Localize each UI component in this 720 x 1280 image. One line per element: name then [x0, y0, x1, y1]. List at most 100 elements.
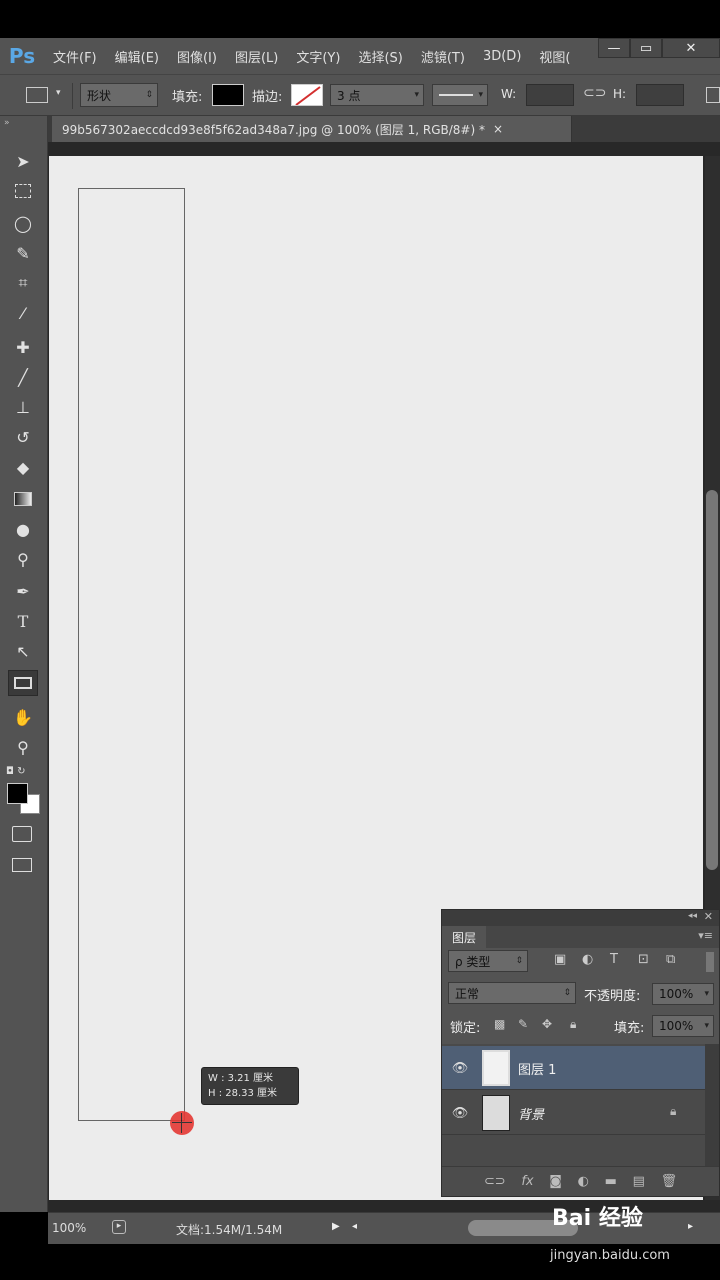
height-readout: H : 28.33 厘米 [208, 1088, 278, 1099]
height-input[interactable] [636, 84, 684, 106]
lock-position-icon[interactable]: ✥ [542, 1017, 552, 1031]
healing-icon[interactable]: ✚ [8, 334, 38, 360]
menu-layer[interactable]: 图层(L) [226, 47, 287, 66]
path-ops-icon[interactable] [706, 87, 720, 103]
layer-row-layer1[interactable]: 👁︎ 图层 1 [442, 1046, 705, 1090]
shape-mode-select[interactable]: 形状 ⇕ [80, 83, 158, 107]
top-letterbox [0, 0, 720, 38]
opacity-input[interactable]: 100% ▾ [652, 983, 714, 1005]
divider [72, 83, 73, 109]
gradient-icon[interactable] [8, 486, 38, 512]
shape-filter-icon[interactable]: ⊡ [638, 952, 649, 967]
visibility-eye-icon[interactable]: 👁︎ [450, 1058, 470, 1078]
collapse-icon[interactable]: ◂◂ [688, 911, 697, 921]
panel-header: ◂◂ ✕ [442, 910, 719, 926]
stroke-swatch[interactable] [291, 84, 323, 106]
eraser-icon[interactable]: ◆ [8, 454, 38, 480]
close-button[interactable]: ✕ [662, 38, 720, 58]
close-icon[interactable]: ✕ [704, 910, 713, 923]
document-tab[interactable]: 99b567302aeccdcd93e8f5f62ad348a7.jpg @ 1… [52, 116, 572, 142]
line-style-icon [439, 94, 473, 96]
scroll-right-icon[interactable]: ▸ [688, 1221, 693, 1232]
menu-view[interactable]: 视图( [530, 47, 579, 66]
menu-edit[interactable]: 编辑(E) [106, 47, 168, 66]
zoom-icon[interactable]: ⚲ [8, 734, 38, 760]
new-layer-icon[interactable]: ▤ [633, 1174, 645, 1189]
blur-icon[interactable]: ● [8, 516, 38, 542]
stamp-icon[interactable]: ⊥ [8, 394, 38, 420]
tool-preset-icon[interactable] [26, 87, 48, 103]
stroke-type-select[interactable]: ▾ [432, 84, 488, 106]
dodge-icon[interactable]: ⚲ [8, 546, 38, 572]
hand-icon[interactable]: ✋ [8, 704, 38, 730]
panel-menu-icon[interactable]: ▾≡ [698, 929, 713, 942]
scroll-left-icon[interactable]: ◂ [352, 1221, 357, 1232]
lock-pixels-icon[interactable]: ✎ [518, 1017, 528, 1031]
zoom-level[interactable]: 100% [52, 1221, 86, 1235]
tool-panel: » ➤ ◯ ✎ ⌗ ⁄ ✚ ╱ ⊥ ↺ ◆ ● ⚲ ✒ T ↖ ✋ ⚲ ◘ ↻ [0, 116, 48, 1212]
stroke-width-select[interactable]: 3 点 ▾ [330, 84, 424, 106]
mask-icon[interactable]: ◙ [549, 1174, 562, 1189]
chevron-down-icon: ▾ [704, 1021, 709, 1031]
trash-icon[interactable]: 🗑︎ [661, 1174, 678, 1189]
screen-mode-icon[interactable] [12, 858, 32, 872]
smart-object-filter-icon[interactable]: ⧉ [666, 952, 675, 967]
minimize-button[interactable]: — [598, 38, 630, 58]
adjustment-icon[interactable]: ◐ [578, 1174, 589, 1189]
default-colors-icon[interactable]: ◘ ↻ [6, 766, 25, 777]
crosshair-cursor-icon [170, 1111, 194, 1135]
fill-input[interactable]: 100% ▾ [652, 1015, 714, 1037]
layers-scrollbar[interactable] [705, 1044, 719, 1166]
rectangle-shape-outline [78, 188, 185, 1121]
scrollbar-thumb[interactable] [706, 490, 718, 870]
pen-icon[interactable]: ✒ [8, 578, 38, 604]
crop-icon[interactable]: ⌗ [8, 270, 38, 296]
type-icon[interactable]: T [8, 608, 38, 634]
menu-image[interactable]: 图像(I) [168, 47, 226, 66]
lock-label: 锁定: [450, 1021, 481, 1036]
link-icon[interactable]: ⊂⊃ [484, 1174, 506, 1189]
layer-name: 图层 1 [518, 1063, 557, 1078]
watermark-logo: Bai 经验 [552, 1206, 643, 1231]
tab-close-icon[interactable]: × [493, 122, 503, 136]
menu-3d[interactable]: 3D(D) [474, 49, 530, 64]
visibility-eye-icon[interactable]: 👁︎ [450, 1103, 470, 1123]
fx-icon[interactable]: fx [521, 1174, 533, 1189]
layers-footer: ⊂⊃ fx ◙ ◐ ▬ ▤ 🗑︎ [442, 1166, 719, 1196]
info-menu-arrow-icon[interactable]: ▶ [332, 1221, 340, 1232]
brush-icon[interactable]: ╱ [8, 364, 38, 390]
lasso-icon[interactable]: ◯ [8, 210, 38, 236]
menu-filter[interactable]: 滤镜(T) [412, 47, 474, 66]
foreground-color-swatch[interactable] [7, 783, 28, 804]
type-filter-icon[interactable]: T [610, 952, 618, 967]
filter-toggle[interactable] [706, 952, 714, 972]
lock-all-icon[interactable]: 🔒︎ [570, 1017, 576, 1032]
layer-filter-select[interactable]: ρ 类型 ⇕ [448, 950, 528, 972]
adjustment-filter-icon[interactable]: ◐ [582, 952, 593, 967]
history-brush-icon[interactable]: ↺ [8, 424, 38, 450]
move-icon[interactable]: ➤ [8, 148, 38, 174]
rectangle-icon[interactable] [8, 670, 38, 696]
collapse-icon[interactable]: » [4, 118, 10, 128]
export-icon[interactable]: ▸ [112, 1220, 126, 1234]
quick-mask-icon[interactable] [12, 826, 32, 842]
menu-select[interactable]: 选择(S) [349, 47, 411, 66]
chevron-down-icon: ▾ [478, 90, 483, 100]
quick-select-icon[interactable]: ✎ [8, 240, 38, 266]
tab-layers[interactable]: 图层 [442, 926, 487, 948]
fill-swatch[interactable] [212, 84, 244, 106]
link-icon[interactable]: ⊂⊃ [583, 85, 606, 101]
eyedropper-icon[interactable]: ⁄ [8, 300, 38, 326]
image-filter-icon[interactable]: ▣ [554, 952, 566, 967]
maximize-button[interactable]: ▭ [630, 38, 662, 58]
width-input[interactable] [526, 84, 574, 106]
menu-type[interactable]: 文字(Y) [287, 47, 349, 66]
path-select-icon[interactable]: ↖ [8, 638, 38, 664]
menu-file[interactable]: 文件(F) [44, 47, 106, 66]
blend-mode-select[interactable]: 正常 ⇕ [448, 982, 576, 1004]
layer-row-background[interactable]: 👁︎ 背景 🔒︎ [442, 1091, 705, 1135]
lock-transparent-icon[interactable]: ▩ [494, 1017, 505, 1031]
marquee-icon[interactable] [8, 178, 38, 204]
folder-icon[interactable]: ▬ [605, 1174, 617, 1189]
stroke-label: 描边: [252, 90, 283, 105]
